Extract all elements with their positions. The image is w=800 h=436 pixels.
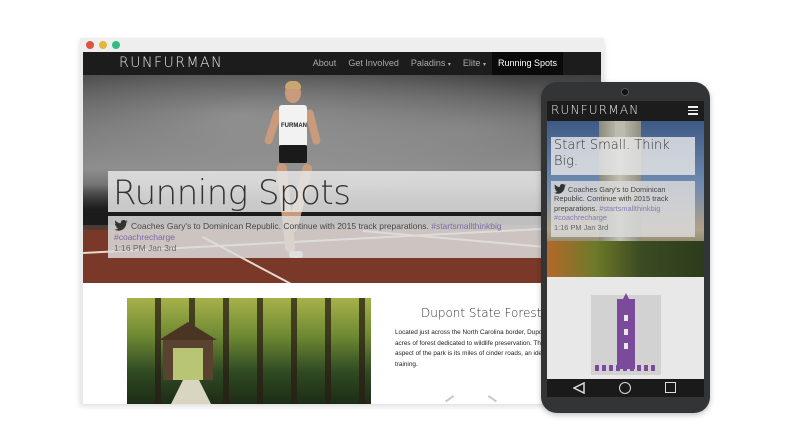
browser-titlebar	[80, 38, 604, 52]
mobile-screen: RUNFURMAN Start Small. Think Big. Coache…	[547, 101, 704, 379]
nav-get-involved-label: Get Involved	[348, 58, 399, 68]
mobile-site-logo[interactable]: RUNFURMAN	[551, 103, 639, 117]
desktop-viewport: RUNFURMAN About Get Involved Paladins ▾ …	[83, 52, 601, 404]
maximize-window-dot[interactable]	[112, 41, 120, 49]
mobile-content	[547, 277, 704, 379]
android-nav-bar	[547, 379, 704, 397]
bell-tower-illustration	[591, 293, 661, 375]
tower-window	[624, 315, 628, 321]
runner-shorts	[279, 145, 307, 163]
mobile-tweet-text: Coaches Gary's to Dominican Republic. Co…	[554, 184, 692, 223]
tweet-hashtag-link[interactable]: #coachrecharge	[114, 232, 175, 242]
showcase-stage: RUNFURMAN About Get Involved Paladins ▾ …	[0, 0, 800, 436]
desktop-navbar: RUNFURMAN About Get Involved Paladins ▾ …	[83, 52, 601, 75]
nav-paladins-dropdown[interactable]: Paladins ▾	[405, 52, 457, 75]
tweet-line: Coaches Gary's to Dominican Republic. Co…	[114, 220, 570, 232]
dupont-forest-photo	[127, 298, 371, 404]
autumn-trees	[547, 241, 704, 277]
mobile-tweet-box: Coaches Gary's to Dominican Republic. Co…	[551, 181, 695, 237]
twitter-bird-icon	[554, 184, 566, 194]
nav-running-spots[interactable]: Running Spots	[491, 52, 563, 75]
bridge-roof	[159, 322, 217, 340]
caret-down-icon: ▾	[447, 62, 451, 68]
phone-camera	[621, 88, 629, 96]
runner-hair	[285, 81, 301, 89]
chevron-right-icon[interactable]	[483, 395, 497, 404]
android-back-icon[interactable]	[573, 382, 585, 394]
tweet-text: Coaches Gary's to Dominican Republic. Co…	[131, 221, 432, 231]
close-window-dot[interactable]	[86, 41, 94, 49]
minimize-window-dot[interactable]	[99, 41, 107, 49]
tower-base-arches	[595, 365, 657, 371]
main-nav: About Get Involved Paladins ▾ Elite ▾ Ru…	[307, 52, 563, 75]
covered-bridge	[159, 322, 217, 382]
android-recent-apps-icon[interactable]	[665, 382, 676, 393]
mobile-navbar: RUNFURMAN	[547, 101, 704, 121]
tower-top	[615, 121, 625, 137]
nav-get-involved[interactable]: Get Involved	[342, 52, 405, 75]
hamburger-menu-icon[interactable]	[688, 106, 698, 115]
tweet-hashtag-link[interactable]: #startsmallthinkbig	[431, 221, 501, 231]
nav-running-spots-label: Running Spots	[497, 58, 557, 68]
tower-window	[624, 343, 628, 349]
mobile-phone-frame: RUNFURMAN Start Small. Think Big. Coache…	[541, 82, 710, 413]
nav-elite-label: Elite	[462, 58, 481, 68]
mobile-hero: Start Small. Think Big. Coaches Gary's t…	[547, 121, 704, 277]
runner-shirt-text: FURMAN	[281, 123, 307, 129]
tweet-line: #coachrecharge	[114, 232, 570, 243]
nav-about[interactable]: About	[307, 52, 343, 75]
chevron-left-icon[interactable]	[445, 395, 459, 404]
mobile-hero-title: Start Small. Think Big.	[554, 138, 670, 169]
desktop-browser-window: RUNFURMAN About Get Involved Paladins ▾ …	[80, 38, 604, 404]
mobile-tweet-hashtag-link[interactable]: #startsmallthinkbig	[599, 204, 660, 213]
mobile-tweet-hashtag-link[interactable]: #coachrecharge	[554, 213, 607, 222]
site-logo[interactable]: RUNFURMAN	[119, 55, 223, 71]
hero-title-box: Running Spots	[108, 171, 576, 213]
tower-window	[624, 329, 628, 335]
mobile-hero-title-box: Start Small. Think Big.	[551, 137, 695, 175]
running-spot-section: Dupont State Forest Located just across …	[83, 283, 601, 404]
hero-title: Running Spots	[113, 173, 351, 213]
nav-elite-dropdown[interactable]: Elite ▾	[457, 52, 492, 75]
hero-banner: FURMAN Running Spots Coaches Gary's to D…	[83, 75, 601, 283]
nav-about-label: About	[312, 58, 337, 68]
nav-paladins-label: Paladins	[410, 58, 446, 68]
caret-down-icon: ▾	[482, 62, 486, 68]
android-home-icon[interactable]	[619, 382, 631, 394]
mobile-tweet-timestamp[interactable]: 1:16 PM Jan 3rd	[554, 223, 692, 232]
carousel-controls	[445, 391, 497, 404]
spot-title: Dupont State Forest	[421, 306, 542, 320]
runner-arm	[304, 108, 322, 146]
twitter-bird-icon	[114, 220, 128, 231]
bridge-opening	[173, 348, 203, 380]
hero-tweet-box: Coaches Gary's to Dominican Republic. Co…	[108, 216, 576, 258]
tweet-timestamp[interactable]: 1:16 PM Jan 3rd	[114, 243, 570, 254]
